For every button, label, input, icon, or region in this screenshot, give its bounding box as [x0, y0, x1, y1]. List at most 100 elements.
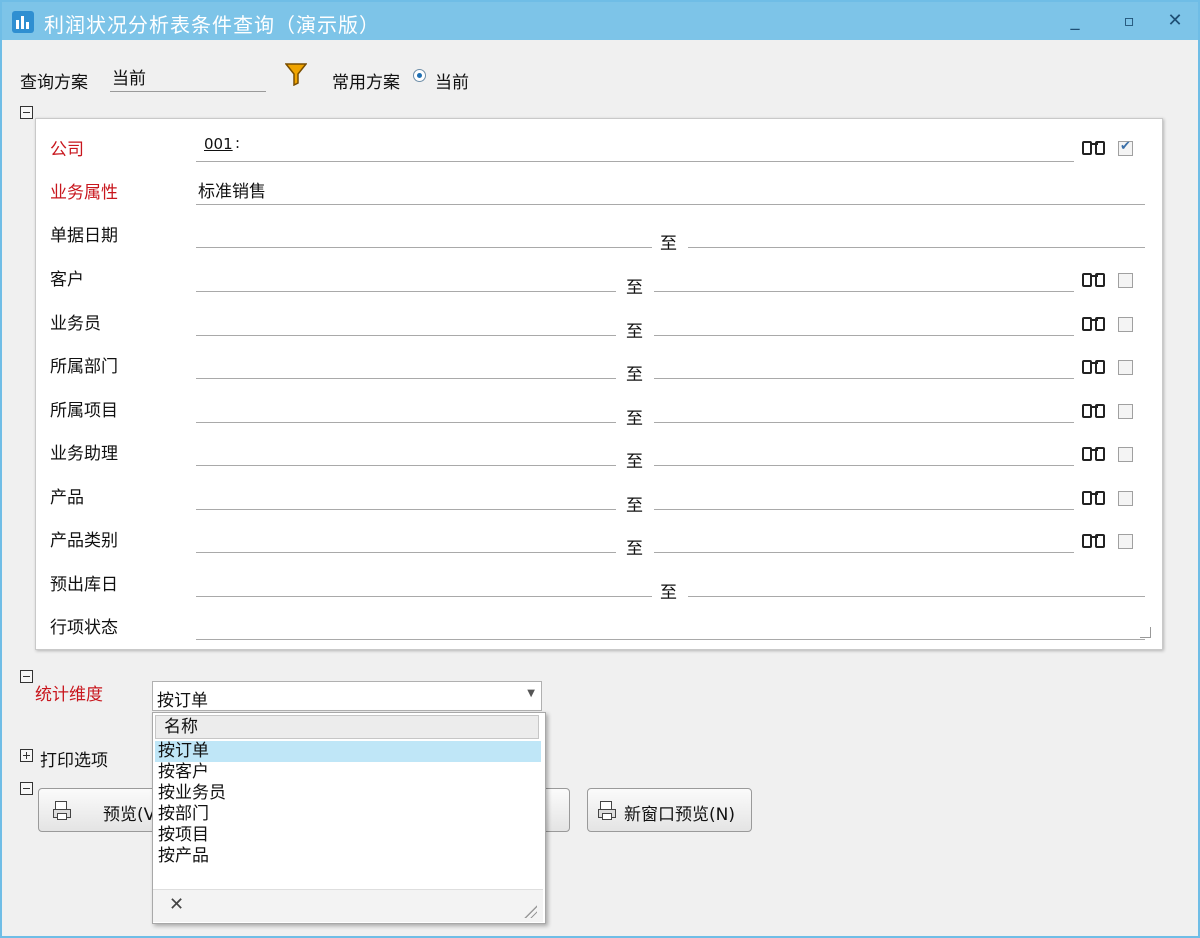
window-title: 利润状况分析表条件查询（演示版） [44, 13, 380, 37]
department-label: 所属部门 [50, 357, 118, 377]
scheme-label: 查询方案 [20, 73, 88, 93]
title-bar[interactable]: 利润状况分析表条件查询（演示版） _ ▫ ✕ [2, 2, 1198, 40]
assistant-lookup-binoculars-icon[interactable] [1082, 445, 1108, 463]
line-status-label: 行项状态 [50, 618, 118, 638]
filter-funnel-icon[interactable] [285, 62, 307, 86]
filter-row-project: 所属项目 至 [36, 392, 1162, 432]
document-date-to[interactable] [688, 247, 1145, 248]
scheme-input[interactable]: 当前 [110, 64, 266, 92]
business-attr-field[interactable] [196, 204, 1145, 205]
filter-row-salesman: 业务员 至 [36, 305, 1162, 345]
salesman-lookup-binoculars-icon[interactable] [1082, 315, 1108, 333]
filter-row-line-status: 行项状态 [36, 609, 1162, 649]
filter-panel: 公司 001 : 业务属性 标准销售 单据日期 至 客 [35, 118, 1163, 650]
product-to-label: 至 [626, 496, 643, 516]
product-category-from[interactable] [196, 552, 616, 553]
stats-dimension-select[interactable]: 按订单 ▼ [152, 681, 542, 711]
product-category-to[interactable] [654, 552, 1074, 553]
assistant-label: 业务助理 [50, 444, 118, 464]
product-lookup-binoculars-icon[interactable] [1082, 489, 1108, 507]
dropdown-resize-grip-icon[interactable] [523, 904, 537, 918]
department-to[interactable] [654, 378, 1074, 379]
chevron-down-icon[interactable]: ▼ [527, 688, 535, 699]
common-scheme-radio[interactable] [413, 69, 426, 82]
filter-row-document-date: 单据日期 至 [36, 217, 1162, 257]
company-checkbox[interactable] [1118, 139, 1133, 156]
expected-outbound-date-to[interactable] [688, 596, 1145, 597]
filter-row-customer: 客户 至 [36, 261, 1162, 301]
salesman-to[interactable] [654, 335, 1074, 336]
maximize-button[interactable]: ▫ [1114, 8, 1144, 34]
product-from[interactable] [196, 509, 616, 510]
project-to[interactable] [654, 422, 1074, 423]
product-category-lookup-binoculars-icon[interactable] [1082, 532, 1108, 550]
filter-row-product-category: 产品类别 至 [36, 522, 1162, 562]
business-attr-label: 业务属性 [50, 183, 118, 203]
print-options-label: 打印选项 [40, 751, 108, 771]
line-status-resize-grip-icon[interactable] [1140, 627, 1151, 638]
stats-dimension-dropdown: 名称 按订单 按客户 按业务员 按部门 按项目 按产品 ✕ [152, 712, 546, 924]
customer-lookup-binoculars-icon[interactable] [1082, 271, 1108, 289]
dropdown-column-header: 名称 [155, 715, 539, 739]
expected-outbound-date-from[interactable] [196, 596, 652, 597]
minimize-button[interactable]: _ [1060, 8, 1090, 34]
expected-outbound-date-label: 预出库日 [50, 575, 118, 595]
assistant-to[interactable] [654, 465, 1074, 466]
product-checkbox[interactable] [1118, 491, 1133, 506]
company-separator: : [235, 134, 241, 152]
print-preview-icon [53, 801, 71, 820]
dropdown-close-icon[interactable]: ✕ [169, 894, 184, 915]
business-attr-value[interactable]: 标准销售 [198, 177, 266, 202]
project-label: 所属项目 [50, 401, 118, 421]
buttons-collapse-toggle[interactable] [20, 782, 33, 795]
assistant-from[interactable] [196, 465, 616, 466]
common-scheme-value: 当前 [435, 73, 469, 93]
dropdown-option[interactable]: 按订单 [155, 741, 541, 762]
stats-collapse-toggle[interactable] [20, 670, 33, 683]
dropdown-option[interactable]: 按业务员 [155, 783, 541, 804]
filter-row-company: 公司 001 : [36, 131, 1162, 171]
preview-button-label: 预览(V [103, 805, 156, 825]
print-options-expand-toggle[interactable] [20, 749, 33, 762]
new-window-preview-button[interactable]: 新窗口预览(N) [587, 788, 752, 832]
new-window-preview-label: 新窗口预览(N) [624, 805, 735, 825]
customer-checkbox[interactable] [1118, 273, 1133, 288]
department-from[interactable] [196, 378, 616, 379]
dropdown-option[interactable]: 按客户 [155, 762, 541, 783]
product-category-checkbox[interactable] [1118, 534, 1133, 549]
filter-row-expected-outbound-date: 预出库日 至 [36, 566, 1162, 606]
company-code[interactable]: 001 [204, 135, 233, 153]
company-lookup-binoculars-icon[interactable] [1082, 139, 1108, 157]
content-area: 查询方案 当前 常用方案 当前 公司 001 : 业务属性 标准销售 [2, 40, 1198, 936]
salesman-to-label: 至 [626, 322, 643, 342]
product-label: 产品 [50, 488, 84, 508]
close-button[interactable]: ✕ [1160, 8, 1190, 34]
customer-to[interactable] [654, 291, 1074, 292]
product-to[interactable] [654, 509, 1074, 510]
dropdown-option[interactable]: 按项目 [155, 825, 541, 846]
department-checkbox[interactable] [1118, 360, 1133, 375]
dropdown-option[interactable]: 按部门 [155, 804, 541, 825]
project-checkbox[interactable] [1118, 404, 1133, 419]
document-date-to-label: 至 [660, 234, 677, 254]
salesman-label: 业务员 [50, 314, 101, 334]
document-date-from[interactable] [196, 247, 652, 248]
salesman-from[interactable] [196, 335, 616, 336]
assistant-checkbox[interactable] [1118, 447, 1133, 462]
customer-to-label: 至 [626, 278, 643, 298]
customer-from[interactable] [196, 291, 616, 292]
line-status-field[interactable] [196, 639, 1145, 640]
filters-collapse-toggle[interactable] [20, 106, 33, 119]
stats-dimension-value: 按订单 [157, 691, 208, 711]
assistant-to-label: 至 [626, 452, 643, 472]
dropdown-footer: ✕ [153, 889, 543, 922]
query-window: 利润状况分析表条件查询（演示版） _ ▫ ✕ 查询方案 当前 常用方案 当前 公… [0, 0, 1200, 938]
company-field[interactable] [196, 161, 1074, 162]
project-lookup-binoculars-icon[interactable] [1082, 402, 1108, 420]
department-lookup-binoculars-icon[interactable] [1082, 358, 1108, 376]
project-from[interactable] [196, 422, 616, 423]
salesman-checkbox[interactable] [1118, 317, 1133, 332]
new-window-print-preview-icon [598, 801, 616, 820]
filter-row-product: 产品 至 [36, 479, 1162, 519]
dropdown-option[interactable]: 按产品 [155, 846, 541, 867]
